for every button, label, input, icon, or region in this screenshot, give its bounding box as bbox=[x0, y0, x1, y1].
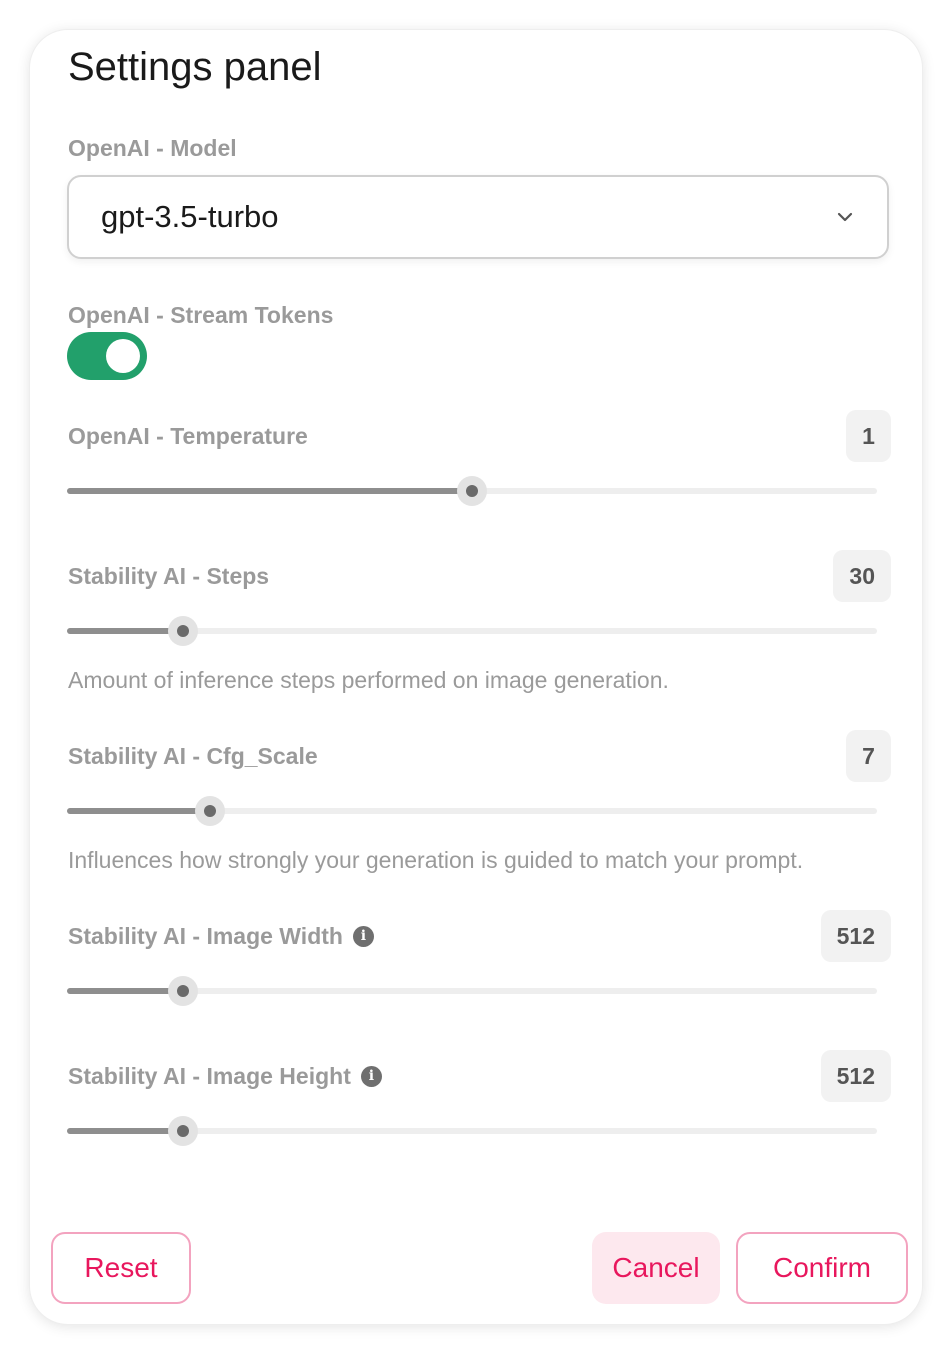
image-width-value: 512 bbox=[820, 910, 891, 962]
steps-label-text: Stability AI - Steps bbox=[68, 563, 270, 589]
model-select-value: gpt-3.5-turbo bbox=[101, 199, 279, 234]
model-label-text: OpenAI - Model bbox=[68, 135, 237, 161]
steps-label: Stability AI - Steps bbox=[68, 561, 269, 591]
reset-button[interactable]: Reset bbox=[51, 1232, 191, 1304]
stream-tokens-toggle[interactable] bbox=[67, 332, 147, 380]
cfg-scale-label-text: Stability AI - Cfg_Scale bbox=[68, 743, 318, 769]
image-width-label: Stability AI - Image Width i bbox=[68, 921, 374, 951]
cfg-scale-description: Influences how strongly your generation … bbox=[68, 847, 804, 873]
cfg-scale-slider[interactable] bbox=[67, 796, 877, 826]
steps-slider[interactable] bbox=[67, 616, 877, 646]
settings-panel: Settings panel OpenAI - Model gpt-3.5-tu… bbox=[30, 30, 922, 1324]
model-label: OpenAI - Model bbox=[68, 133, 237, 163]
stream-tokens-label-text: OpenAI - Stream Tokens bbox=[68, 302, 334, 328]
temperature-label-text: OpenAI - Temperature bbox=[68, 423, 308, 449]
image-height-value: 512 bbox=[820, 1050, 891, 1102]
temperature-slider[interactable] bbox=[67, 476, 877, 506]
confirm-button[interactable]: Confirm bbox=[736, 1232, 908, 1304]
temperature-value: 1 bbox=[846, 410, 891, 462]
slider-thumb[interactable] bbox=[167, 1116, 198, 1146]
image-height-slider[interactable] bbox=[67, 1116, 877, 1146]
slider-thumb[interactable] bbox=[167, 616, 198, 646]
slider-fill bbox=[67, 628, 183, 634]
info-icon[interactable]: i bbox=[352, 925, 374, 947]
temperature-label: OpenAI - Temperature bbox=[68, 421, 308, 451]
slider-thumb[interactable] bbox=[457, 476, 487, 506]
image-height-label: Stability AI - Image Height i bbox=[68, 1061, 382, 1091]
image-width-slider[interactable] bbox=[67, 976, 877, 1006]
steps-value: 30 bbox=[833, 550, 891, 602]
cfg-scale-value: 7 bbox=[846, 730, 891, 782]
steps-description: Amount of inference steps performed on i… bbox=[68, 667, 669, 693]
cancel-button[interactable]: Cancel bbox=[592, 1232, 720, 1304]
slider-thumb[interactable] bbox=[194, 796, 225, 826]
stream-tokens-label: OpenAI - Stream Tokens bbox=[68, 300, 333, 330]
slider-thumb[interactable] bbox=[167, 976, 198, 1006]
model-select[interactable]: gpt-3.5-turbo bbox=[67, 175, 889, 259]
cfg-scale-label: Stability AI - Cfg_Scale bbox=[68, 741, 318, 771]
slider-fill bbox=[67, 488, 472, 494]
toggle-knob bbox=[106, 339, 140, 373]
image-height-label-text: Stability AI - Image Height bbox=[68, 1063, 351, 1089]
slider-fill bbox=[67, 988, 183, 994]
slider-fill bbox=[67, 1128, 183, 1134]
panel-title: Settings panel bbox=[68, 45, 322, 89]
image-width-label-text: Stability AI - Image Width bbox=[68, 923, 343, 949]
info-icon[interactable]: i bbox=[360, 1065, 382, 1087]
slider-fill bbox=[67, 808, 210, 814]
chevron-down-icon bbox=[837, 212, 853, 222]
